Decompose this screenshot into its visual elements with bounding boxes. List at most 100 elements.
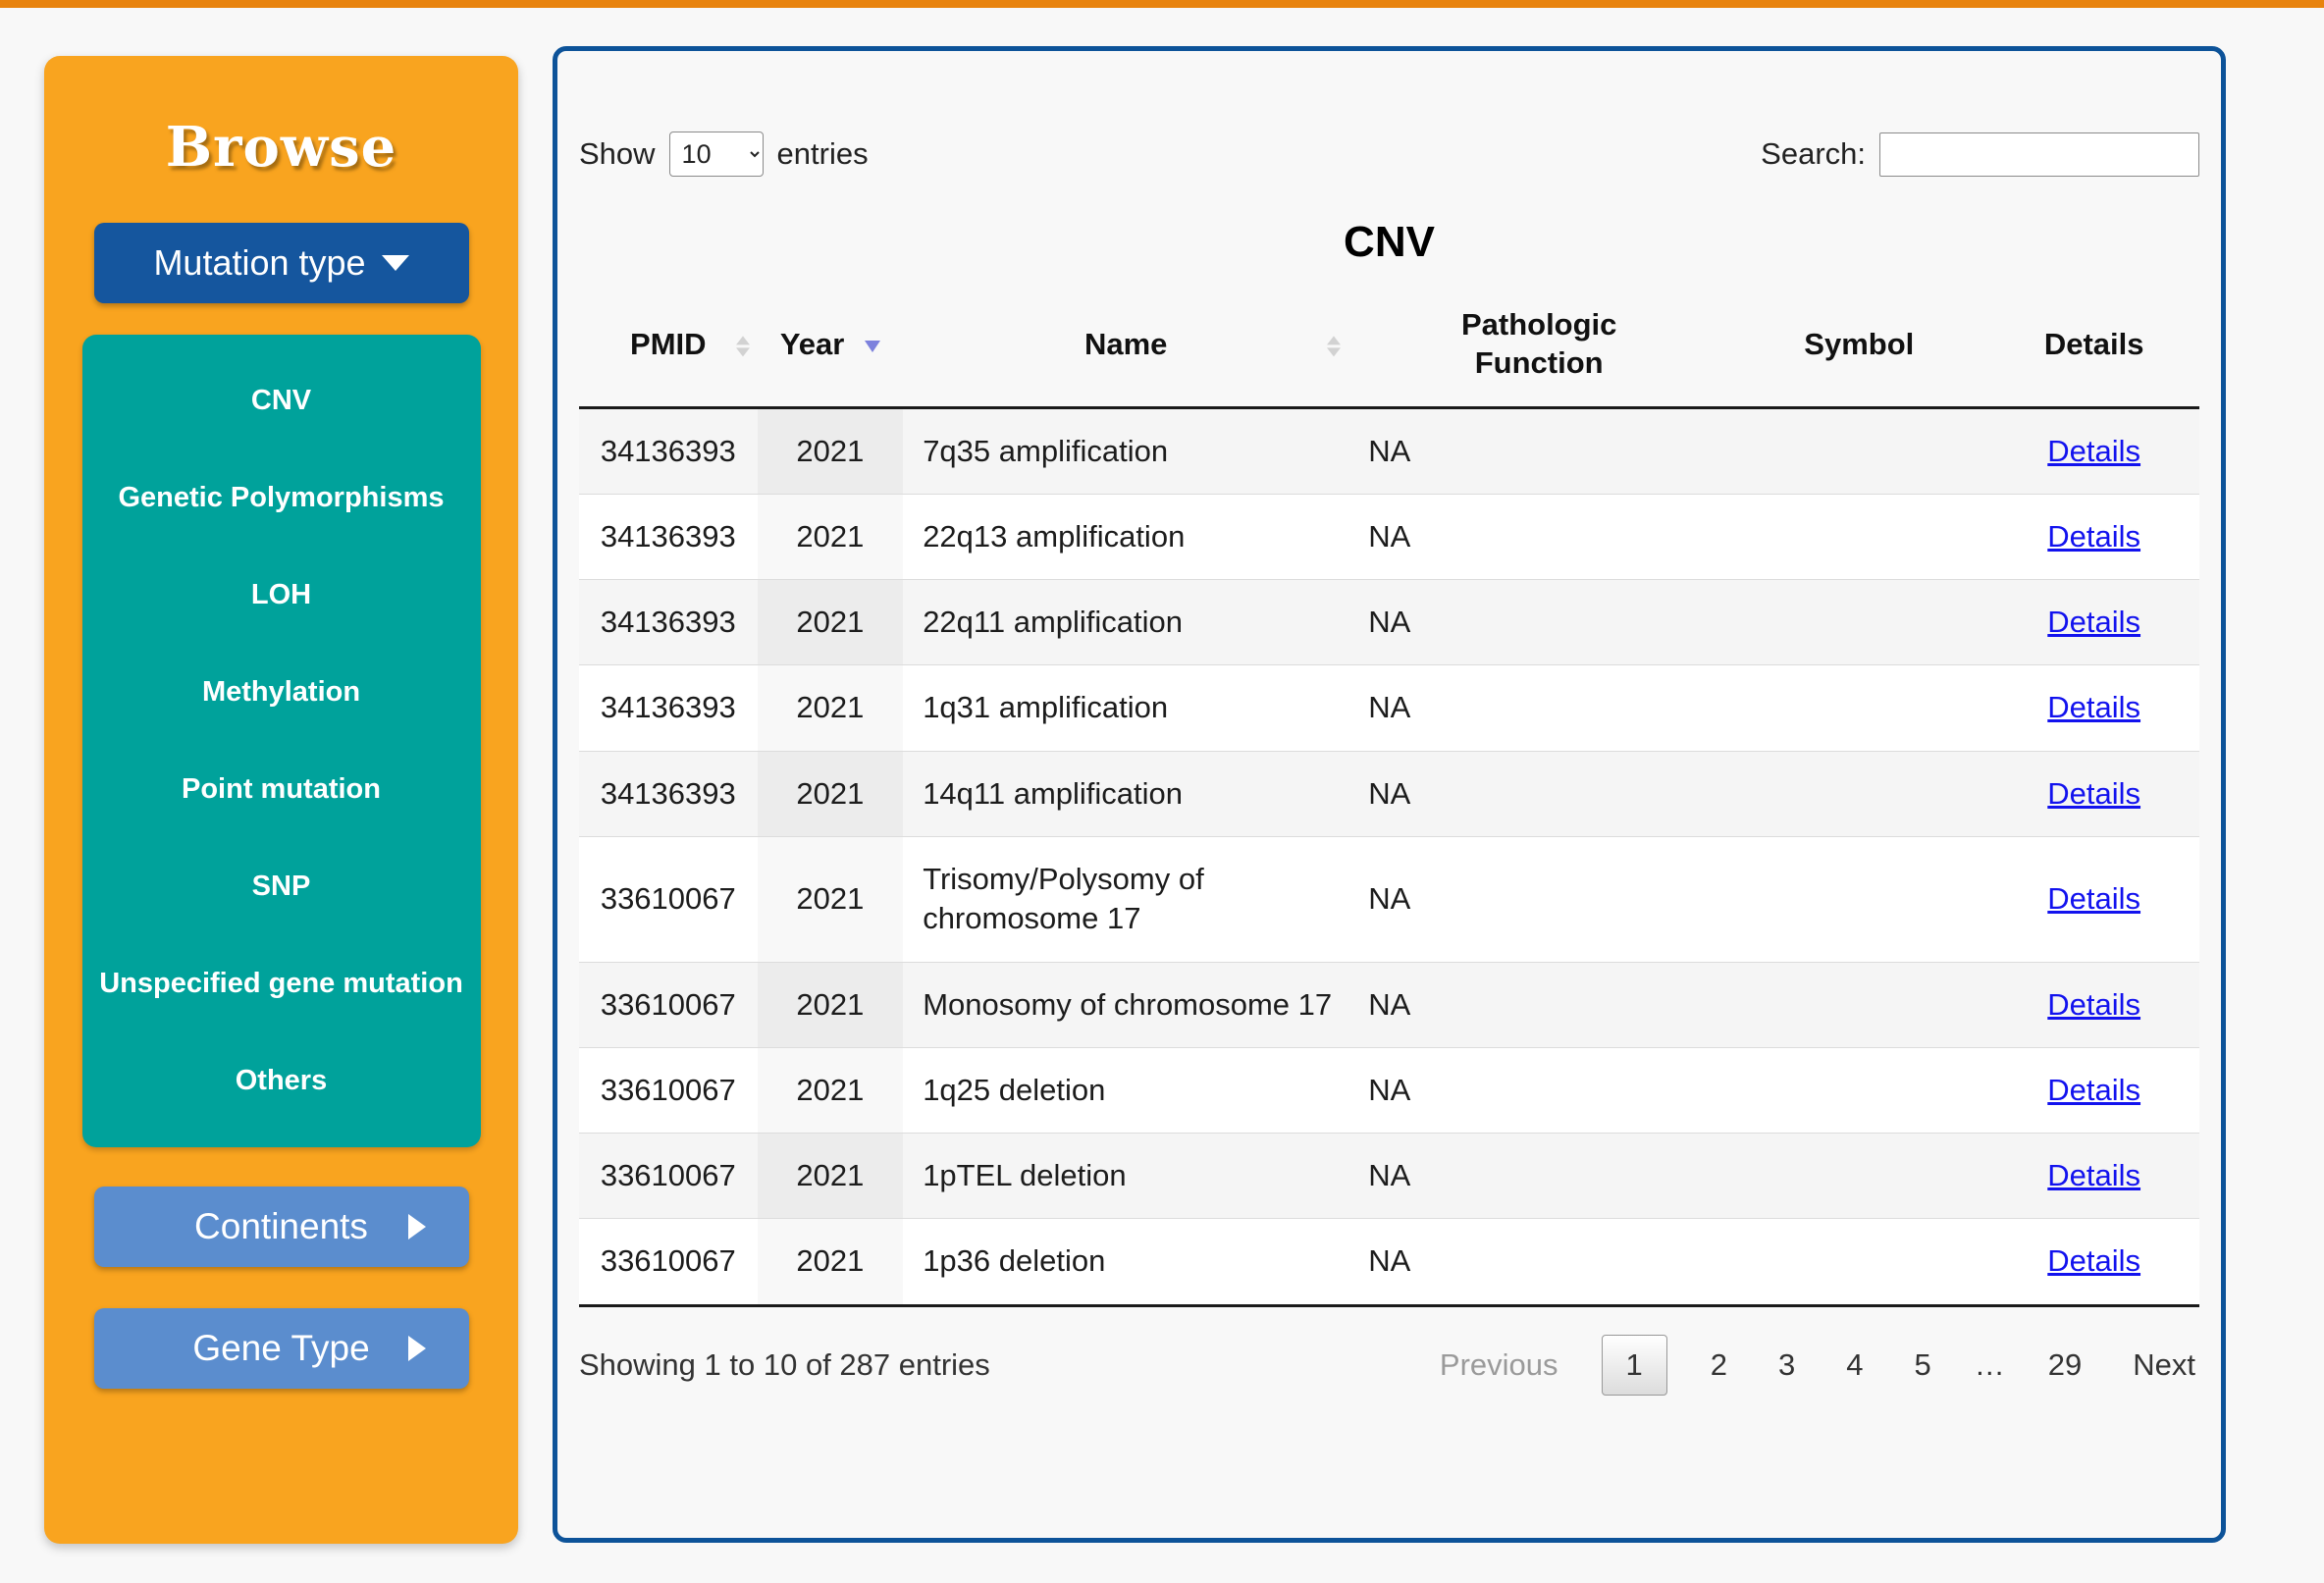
details-link[interactable]: Details: [2047, 987, 2140, 1022]
details-link[interactable]: Details: [2047, 605, 2140, 639]
cell-symbol: [1729, 664, 1989, 752]
column-label: Details: [2043, 326, 2144, 361]
cell-name: 1q25 deletion: [903, 1046, 1349, 1134]
cell-pathologic-function: NA: [1348, 1133, 1730, 1219]
cell-year: 2021: [757, 835, 904, 963]
cell-year: 2021: [757, 961, 904, 1048]
continents-button[interactable]: Continents: [93, 1187, 469, 1267]
page-title: CNV: [1344, 218, 1435, 266]
cell-name: Monosomy of chromosome 17: [903, 961, 1349, 1048]
column-header-year[interactable]: Year: [757, 290, 904, 409]
pagination-previous[interactable]: Previous: [1440, 1347, 1558, 1383]
cell-symbol: [1729, 961, 1989, 1048]
sidebar-title: Browse: [165, 115, 397, 180]
details-link[interactable]: Details: [2047, 1243, 2140, 1278]
results-panel: Show 10 entries Search: CNV PMID Year Na…: [553, 46, 2226, 1543]
mutation-type-list: CNV Genetic Polymorphisms LOH Methylatio…: [81, 335, 481, 1147]
cell-name: 14q11 amplification: [903, 750, 1349, 837]
pagination-page-4[interactable]: 4: [1846, 1347, 1863, 1383]
column-header-symbol: Symbol: [1729, 290, 1989, 409]
sidebar-item-genetic-polymorphisms[interactable]: Genetic Polymorphisms: [82, 449, 481, 547]
cell-year: 2021: [757, 1046, 904, 1134]
cell-symbol: [1729, 1133, 1989, 1219]
pagination-page-1[interactable]: 1: [1601, 1334, 1667, 1396]
cell-symbol: [1729, 1046, 1989, 1134]
pagination-ellipsis: …: [1974, 1346, 2005, 1382]
search-control: Search:: [1761, 132, 2199, 177]
cell-name: 22q11 amplification: [903, 579, 1349, 665]
cell-pathologic-function: NA: [1348, 407, 1730, 495]
continents-label: Continents: [194, 1206, 368, 1246]
cell-name: Trisomy/Polysomy of chromosome 17: [903, 835, 1349, 963]
sidebar-item-loh[interactable]: LOH: [82, 547, 481, 644]
cell-pmid: 33610067: [579, 1218, 758, 1307]
sidebar-item-point-mutation[interactable]: Point mutation: [82, 741, 481, 838]
page-length-select[interactable]: 10: [668, 132, 764, 177]
cell-year: 2021: [757, 493, 904, 580]
column-label: Symbol: [1804, 326, 1915, 361]
table-row: 34136393 2021 14q11 amplification NA Det…: [579, 750, 2199, 837]
pagination-page-5[interactable]: 5: [1915, 1347, 1931, 1383]
cell-year: 2021: [757, 407, 904, 495]
cell-symbol: [1729, 579, 1989, 665]
sort-desc-icon: [864, 340, 880, 352]
table-row: 34136393 2021 22q11 amplification NA Det…: [579, 579, 2199, 665]
cell-symbol: [1729, 407, 1989, 495]
details-link[interactable]: Details: [2047, 519, 2140, 554]
column-header-name[interactable]: Name: [903, 290, 1349, 409]
cell-pathologic-function: NA: [1348, 579, 1730, 665]
details-link[interactable]: Details: [2047, 1158, 2140, 1192]
details-link[interactable]: Details: [2047, 434, 2140, 468]
cell-symbol: [1729, 750, 1989, 837]
cell-pathologic-function: NA: [1348, 1046, 1730, 1134]
details-link[interactable]: Details: [2047, 1073, 2140, 1107]
cell-pmid: 33610067: [579, 961, 758, 1048]
cell-name: 1p36 deletion: [903, 1218, 1349, 1307]
pagination-page-29[interactable]: 29: [2048, 1347, 2082, 1383]
cell-pathologic-function: NA: [1348, 835, 1730, 963]
pagination-next[interactable]: Next: [2133, 1347, 2195, 1383]
table-row: 33610067 2021 Trisomy/Polysomy of chromo…: [579, 835, 2199, 963]
sidebar-item-unspecified-gene-mutation[interactable]: Unspecified gene mutation: [82, 935, 481, 1032]
cell-year: 2021: [757, 1133, 904, 1219]
column-header-pmid[interactable]: PMID: [579, 290, 758, 409]
table-row: 33610067 2021 1pTEL deletion NA Details: [579, 1133, 2199, 1219]
details-link[interactable]: Details: [2047, 881, 2140, 916]
table-row: 33610067 2021 Monosomy of chromosome 17 …: [579, 961, 2199, 1048]
search-input[interactable]: [1879, 132, 2199, 177]
show-label: Show: [579, 136, 656, 171]
cell-year: 2021: [757, 750, 904, 837]
sidebar-item-others[interactable]: Others: [82, 1032, 481, 1130]
sidebar-item-cnv[interactable]: CNV: [82, 352, 481, 449]
column-label: Name: [1083, 326, 1168, 361]
column-label: Pathologic Function: [1460, 307, 1617, 380]
results-table: PMID Year Name Pathologic Function Symbo…: [579, 290, 2199, 1307]
cell-pmid: 34136393: [579, 407, 758, 495]
cell-pathologic-function: NA: [1348, 493, 1730, 580]
cell-name: 1pTEL deletion: [903, 1133, 1349, 1219]
sort-both-icon: [1327, 336, 1342, 357]
browse-sidebar: Browse Mutation type CNV Genetic Polymor…: [44, 56, 518, 1544]
cell-name: 1q31 amplification: [903, 664, 1349, 752]
cell-pathologic-function: NA: [1348, 664, 1730, 752]
sidebar-item-snp[interactable]: SNP: [82, 838, 481, 935]
chevron-right-icon: [407, 1336, 426, 1361]
pagination-page-3[interactable]: 3: [1778, 1347, 1795, 1383]
gene-type-button[interactable]: Gene Type: [93, 1308, 469, 1389]
cell-name: 22q13 amplification: [903, 493, 1349, 580]
chevron-right-icon: [407, 1214, 426, 1240]
sort-both-icon: [735, 336, 750, 357]
details-link[interactable]: Details: [2047, 690, 2140, 724]
cell-year: 2021: [757, 664, 904, 752]
mutation-type-button[interactable]: Mutation type: [93, 223, 469, 303]
details-link[interactable]: Details: [2047, 776, 2140, 811]
column-label: PMID: [630, 326, 707, 361]
table-row: 34136393 2021 22q13 amplification NA Det…: [579, 493, 2199, 580]
cell-symbol: [1729, 1218, 1989, 1307]
search-label: Search:: [1761, 136, 1866, 171]
pagination-page-2[interactable]: 2: [1711, 1347, 1727, 1383]
top-accent-bar: [0, 0, 2324, 8]
cell-pmid: 34136393: [579, 664, 758, 752]
pagination: Previous 1 2 3 4 5 … 29 Next: [1414, 1334, 2199, 1396]
sidebar-item-methylation[interactable]: Methylation: [82, 644, 481, 741]
